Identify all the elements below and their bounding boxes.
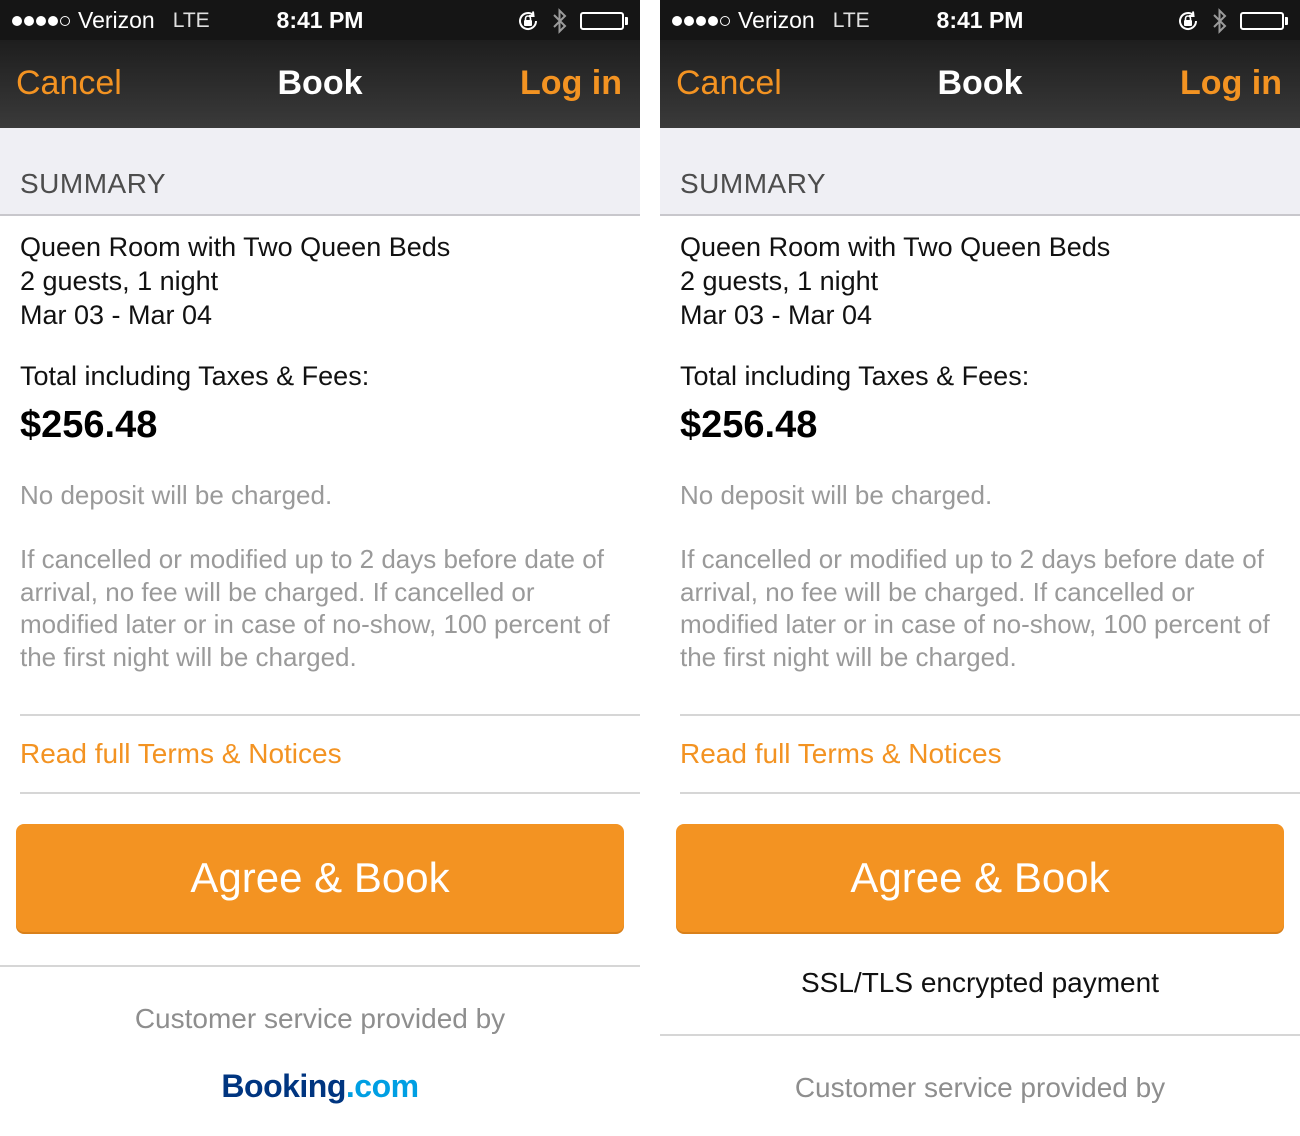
- cancellation-policy: If cancelled or modified up to 2 days be…: [680, 544, 1270, 672]
- total-label: Total including Taxes & Fees:: [680, 361, 1030, 391]
- log-in-button[interactable]: Log in: [520, 64, 622, 103]
- bluetooth-icon: [553, 8, 567, 34]
- room-type: Queen Room with Two Queen Beds: [680, 232, 1111, 262]
- divider: [680, 714, 1300, 716]
- battery-icon: [580, 12, 628, 30]
- booking-summary: Queen Room with Two Queen Beds 2 guests,…: [680, 230, 1110, 332]
- bluetooth-icon: [1213, 8, 1227, 34]
- logo-text-suffix: .com: [345, 1068, 419, 1104]
- ssl-encryption-note: SSL/TLS encrypted payment: [801, 967, 1159, 998]
- logo-text-main: Booking: [221, 1068, 346, 1104]
- divider: [0, 965, 640, 967]
- total-price: $256.48: [680, 404, 818, 446]
- agree-and-book-button[interactable]: Agree & Book: [676, 824, 1284, 932]
- battery-icon: [1240, 12, 1288, 30]
- divider: [660, 1034, 1300, 1036]
- divider: [20, 714, 640, 716]
- deposit-note: No deposit will be charged.: [20, 480, 333, 510]
- total-label: Total including Taxes & Fees:: [20, 361, 370, 391]
- rotation-lock-icon: [1179, 11, 1198, 30]
- divider: [680, 792, 1300, 794]
- guests-nights: 2 guests, 1 night: [20, 266, 219, 296]
- summary-title: SUMMARY: [680, 168, 827, 199]
- stay-dates: Mar 03 - Mar 04: [20, 300, 213, 330]
- status-bar: Verizon LTE 8:41 PM: [660, 0, 1300, 40]
- divider: [20, 792, 640, 794]
- navigation-bar: Cancel Book Log in: [0, 40, 640, 128]
- guests-nights: 2 guests, 1 night: [680, 266, 879, 296]
- stay-dates: Mar 03 - Mar 04: [680, 300, 873, 330]
- cancellation-policy: If cancelled or modified up to 2 days be…: [20, 544, 610, 672]
- agree-and-book-button[interactable]: Agree & Book: [16, 824, 624, 932]
- rotation-lock-icon: [519, 11, 538, 30]
- total-price: $256.48: [20, 404, 158, 446]
- booking-summary: Queen Room with Two Queen Beds 2 guests,…: [20, 230, 450, 332]
- navigation-bar: Cancel Book Log in: [660, 40, 1300, 128]
- summary-title: SUMMARY: [20, 168, 167, 199]
- terms-link[interactable]: Read full Terms & Notices: [680, 738, 1002, 770]
- summary-section-header: SUMMARY: [0, 128, 640, 216]
- booking-com-logo: Booking.com: [0, 1068, 640, 1105]
- summary-section-header: SUMMARY: [660, 128, 1300, 216]
- phone-screen-right: Verizon LTE 8:41 PM Cancel Book Log in S: [660, 0, 1300, 1136]
- customer-service-text: Customer service provided by: [794, 1072, 1166, 1103]
- deposit-note: No deposit will be charged.: [680, 480, 993, 510]
- room-type: Queen Room with Two Queen Beds: [20, 232, 451, 262]
- customer-service-text: Customer service provided by: [134, 1003, 506, 1034]
- phone-screen-left: Verizon LTE 8:41 PM Cancel Book Log in S: [0, 0, 640, 1136]
- status-bar: Verizon LTE 8:41 PM: [0, 0, 640, 40]
- log-in-button[interactable]: Log in: [1180, 64, 1282, 103]
- terms-link[interactable]: Read full Terms & Notices: [20, 738, 342, 770]
